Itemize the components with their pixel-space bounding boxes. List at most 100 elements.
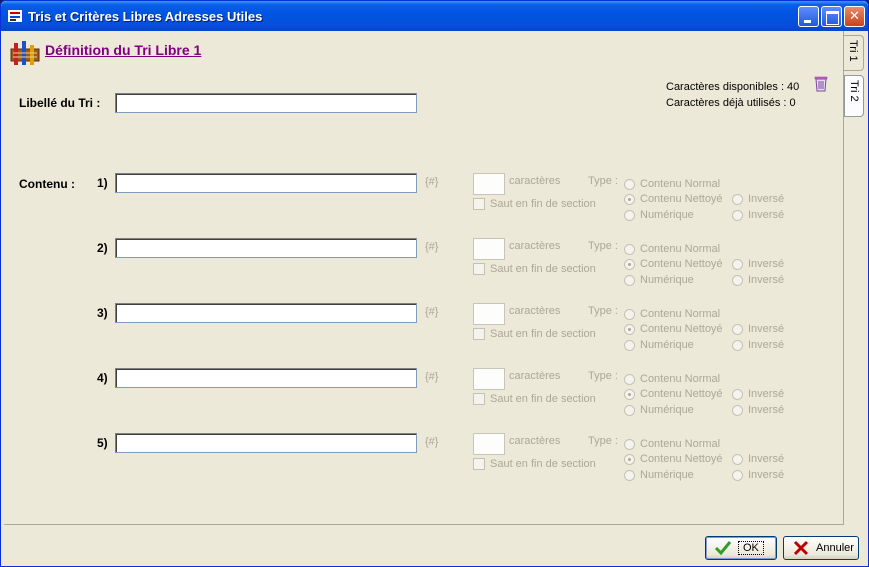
radio-numerique[interactable]: [624, 405, 635, 416]
contenu-input[interactable]: [115, 173, 417, 193]
radio-contenu-nettoye[interactable]: [624, 454, 635, 465]
row-number: 3): [97, 306, 108, 320]
checkmark-icon: [714, 541, 732, 556]
dialog-window: Tris et Critères Libres Adresses Utiles …: [0, 0, 869, 567]
maximize-button[interactable]: [821, 6, 842, 27]
cross-icon: [793, 540, 809, 556]
radio-inverse-1[interactable]: [732, 454, 743, 465]
caracteres-label: caractères: [509, 305, 561, 317]
contenu-input-box[interactable]: [116, 304, 416, 322]
app-icon: [8, 10, 22, 22]
chars-count-input[interactable]: [473, 238, 505, 260]
contenu-input-box[interactable]: [116, 239, 416, 257]
radio-contenu-normal[interactable]: [624, 374, 635, 385]
radio-numerique[interactable]: [624, 210, 635, 221]
row-number: 4): [97, 371, 108, 385]
label-inverse-1: Inversé: [748, 193, 785, 205]
radio-inverse-1[interactable]: [732, 194, 743, 205]
contenu-input-box[interactable]: [116, 369, 416, 387]
label-numerique: Numérique: [640, 404, 694, 416]
radio-contenu-nettoye[interactable]: [624, 194, 635, 205]
libelle-input[interactable]: [115, 93, 417, 113]
radio-inverse-2[interactable]: [732, 275, 743, 286]
radio-numerique[interactable]: [624, 275, 635, 286]
sort-tool-icon: [10, 41, 40, 65]
radio-contenu-normal[interactable]: [624, 244, 635, 255]
tab-tri-2[interactable]: Tri 2: [844, 75, 864, 117]
field-code-button[interactable]: {#}: [425, 306, 438, 318]
radio-inverse-2[interactable]: [732, 405, 743, 416]
radio-inverse-1[interactable]: [732, 324, 743, 335]
chars-count-input[interactable]: [473, 303, 505, 325]
chars-count-box[interactable]: [474, 239, 504, 259]
radio-inverse-1[interactable]: [732, 389, 743, 400]
contenu-input[interactable]: [115, 303, 417, 323]
row-number: 5): [97, 436, 108, 450]
saut-label: Saut en fin de section: [490, 263, 596, 275]
window-title: Tris et Critères Libres Adresses Utiles: [28, 9, 263, 24]
label-inverse-1: Inversé: [748, 258, 785, 270]
saut-checkbox[interactable]: [473, 393, 485, 405]
radio-contenu-nettoye[interactable]: [624, 259, 635, 270]
tab-label: Tri 1: [847, 40, 859, 62]
saut-checkbox[interactable]: [473, 328, 485, 340]
radio-inverse-1[interactable]: [732, 259, 743, 270]
field-code-button[interactable]: {#}: [425, 176, 438, 188]
radio-contenu-normal[interactable]: [624, 439, 635, 450]
radio-inverse-2[interactable]: [732, 210, 743, 221]
label-contenu-normal: Contenu Normal: [640, 178, 721, 190]
tab-tri-1[interactable]: Tri 1: [844, 35, 864, 71]
close-button[interactable]: ✕: [844, 6, 865, 27]
chars-count-box[interactable]: [474, 174, 504, 194]
contenu-input[interactable]: [115, 433, 417, 453]
radio-contenu-nettoye[interactable]: [624, 324, 635, 335]
radio-contenu-nettoye[interactable]: [624, 389, 635, 400]
field-code-button[interactable]: {#}: [425, 371, 438, 383]
chars-used-text: Caractères déjà utilisés : 0: [666, 97, 796, 109]
chars-count-input[interactable]: [473, 173, 505, 195]
cancel-button[interactable]: Annuler: [783, 536, 859, 560]
saut-checkbox[interactable]: [473, 263, 485, 275]
type-label: Type :: [588, 240, 618, 252]
radio-numerique[interactable]: [624, 340, 635, 351]
contenu-row: 3) {#} caractères Type : Contenu Normal Saut …: [1, 303, 841, 353]
contenu-row: 2) {#} caractères Type : Contenu Normal Saut …: [1, 238, 841, 288]
label-contenu-nettoye: Contenu Nettoyé: [640, 323, 723, 335]
contenu-row: 4) {#} caractères Type : Contenu Normal Saut …: [1, 368, 841, 418]
chars-count-box[interactable]: [474, 369, 504, 389]
field-code-button[interactable]: {#}: [425, 241, 438, 253]
chars-count-input[interactable]: [473, 368, 505, 390]
type-label: Type :: [588, 435, 618, 447]
libelle-input-box[interactable]: [116, 94, 416, 112]
saut-checkbox[interactable]: [473, 458, 485, 470]
label-numerique: Numérique: [640, 469, 694, 481]
trash-icon[interactable]: [813, 75, 829, 92]
saut-checkbox[interactable]: [473, 198, 485, 210]
radio-contenu-normal[interactable]: [624, 309, 635, 320]
contenu-input[interactable]: [115, 238, 417, 258]
contenu-input[interactable]: [115, 368, 417, 388]
label-inverse-1: Inversé: [748, 323, 785, 335]
radio-numerique[interactable]: [624, 470, 635, 481]
label-inverse-2: Inversé: [748, 339, 785, 351]
chars-count-box[interactable]: [474, 304, 504, 324]
radio-inverse-2[interactable]: [732, 340, 743, 351]
saut-label: Saut en fin de section: [490, 458, 596, 470]
ok-button[interactable]: OK: [705, 536, 777, 560]
title-bar[interactable]: Tris et Critères Libres Adresses Utiles …: [1, 1, 868, 31]
radio-inverse-2[interactable]: [732, 470, 743, 481]
label-contenu-nettoye: Contenu Nettoyé: [640, 388, 723, 400]
label-inverse-1: Inversé: [748, 453, 785, 465]
chars-count-box[interactable]: [474, 434, 504, 454]
chars-count-input[interactable]: [473, 433, 505, 455]
contenu-input-box[interactable]: [116, 434, 416, 452]
saut-label: Saut en fin de section: [490, 198, 596, 210]
page-title[interactable]: Définition du Tri Libre 1: [45, 42, 201, 58]
field-code-button[interactable]: {#}: [425, 436, 438, 448]
minimize-button[interactable]: [798, 6, 819, 27]
type-label: Type :: [588, 370, 618, 382]
radio-contenu-normal[interactable]: [624, 179, 635, 190]
label-contenu-nettoye: Contenu Nettoyé: [640, 258, 723, 270]
contenu-input-box[interactable]: [116, 174, 416, 192]
label-inverse-2: Inversé: [748, 274, 785, 286]
